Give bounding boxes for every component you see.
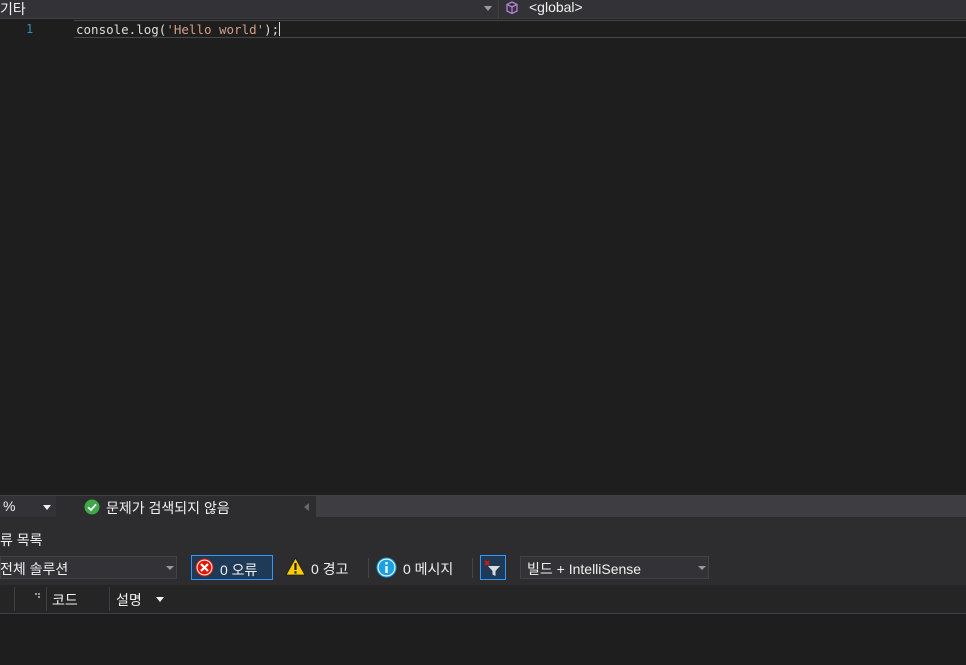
scope-dropdown-label: <global> — [529, 0, 583, 15]
project-dropdown[interactable]: 기타 — [0, 0, 499, 18]
code-text: console.log( — [76, 22, 167, 37]
chevron-down-icon — [698, 566, 706, 570]
error-list-column-header: 코드 설명 — [0, 585, 966, 614]
column-resize-grip-icon — [35, 588, 43, 604]
scope-filter-dropdown[interactable]: 전체 솔루션 — [0, 556, 177, 579]
scroll-left-icon[interactable] — [304, 503, 309, 511]
error-icon — [195, 558, 214, 580]
navigation-bar: 기타 <global> — [0, 0, 966, 19]
error-list-rows — [0, 614, 966, 665]
error-list-toolbar: 전체 솔루션 0 오류 0 경고 0 메시지 빌드 + IntelliSense — [0, 552, 966, 585]
column-divider[interactable] — [46, 587, 47, 611]
warnings-count-label: 0 경고 — [311, 561, 349, 577]
errors-toggle-button[interactable]: 0 오류 — [191, 555, 273, 580]
string-literal: 'Hello world' — [166, 22, 265, 37]
zoom-value: % — [3, 498, 16, 514]
messages-toggle-button[interactable]: 0 메시지 — [372, 555, 468, 580]
issues-status[interactable]: 문제가 검색되지 않음 — [106, 498, 230, 518]
code-text: ); — [264, 22, 280, 37]
toolbar-separator — [368, 558, 369, 578]
info-icon — [376, 557, 397, 581]
column-header-code[interactable]: 코드 — [52, 590, 78, 610]
code-line[interactable]: console.log('Hello world'); — [76, 22, 281, 37]
horizontal-scrollbar[interactable] — [316, 496, 966, 517]
namespace-icon — [506, 1, 518, 18]
column-divider[interactable] — [14, 587, 15, 611]
filter-button[interactable] — [480, 555, 506, 580]
project-dropdown-label: 기타 — [0, 1, 26, 17]
warning-icon — [285, 557, 306, 579]
editor-status-strip: % 문제가 검색되지 않음 — [0, 495, 966, 518]
panel-splitter[interactable] — [0, 517, 966, 526]
scope-dropdown[interactable]: <global> — [500, 0, 966, 18]
sort-descending-icon[interactable] — [156, 597, 164, 602]
source-filter-value: 빌드 + IntelliSense — [527, 561, 642, 577]
chevron-down-icon — [484, 6, 492, 11]
text-caret — [279, 22, 281, 36]
check-circle-icon[interactable] — [84, 499, 100, 515]
code-editor[interactable]: 1 console.log('Hello world'); — [0, 19, 966, 495]
line-number: 1 — [26, 22, 34, 36]
filter-icon — [483, 558, 503, 581]
zoom-dropdown[interactable]: % — [0, 496, 56, 517]
toolbar-separator — [472, 558, 473, 578]
warnings-toggle-button[interactable]: 0 경고 — [280, 555, 364, 580]
scope-filter-value: 전체 솔루션 — [0, 561, 69, 577]
chevron-down-icon — [43, 505, 51, 510]
panel-title: 류 목록 — [0, 532, 43, 548]
messages-count-label: 0 메시지 — [403, 561, 454, 577]
error-list-title-bar: 류 목록 — [0, 526, 966, 552]
column-divider[interactable] — [109, 587, 110, 611]
errors-count-label: 0 오류 — [220, 562, 258, 578]
source-filter-dropdown[interactable]: 빌드 + IntelliSense — [520, 556, 709, 579]
chevron-down-icon — [166, 566, 174, 570]
column-header-description[interactable]: 설명 — [116, 590, 142, 610]
